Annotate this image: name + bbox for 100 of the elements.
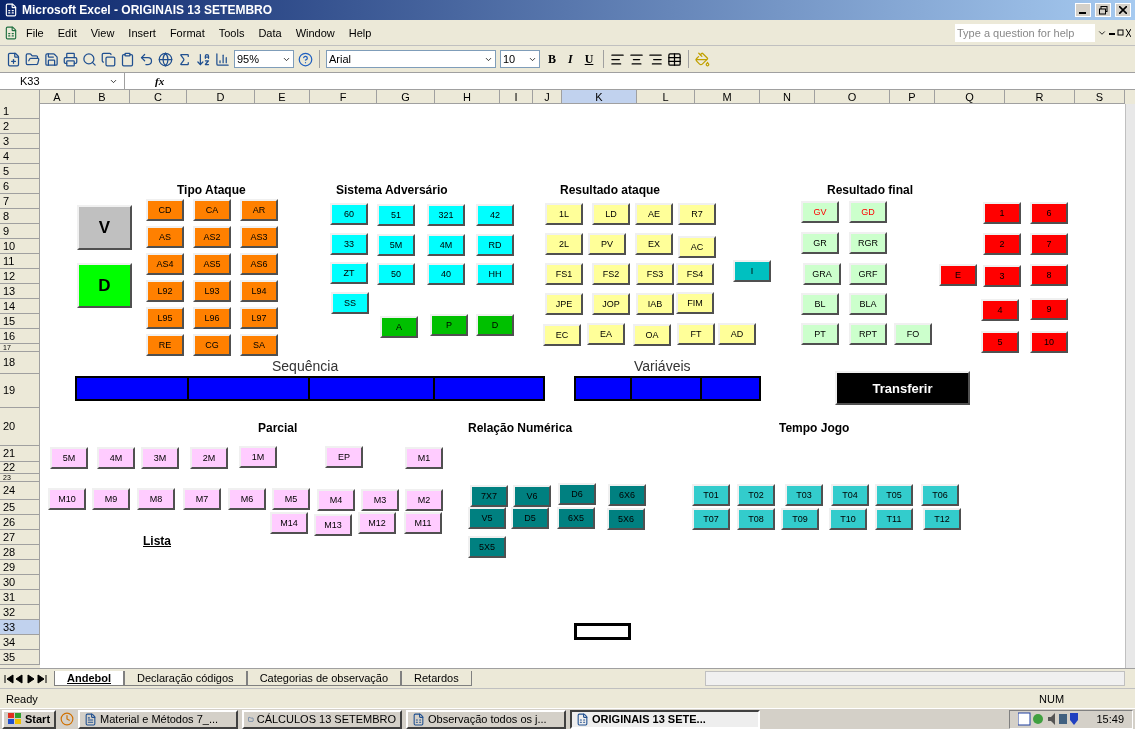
macro-button[interactable]: 2L <box>545 233 583 255</box>
workbook-window-controls-icon[interactable] <box>1109 27 1131 38</box>
macro-button[interactable]: M9 <box>92 488 130 510</box>
sigma-icon[interactable] <box>177 51 192 67</box>
macro-button[interactable]: 3 <box>983 265 1021 287</box>
macro-button[interactable]: 6 <box>1030 202 1068 224</box>
macro-button[interactable]: 4 <box>981 299 1019 321</box>
macro-button[interactable]: PT <box>801 323 839 345</box>
macro-button[interactable]: T06 <box>921 484 959 506</box>
macro-button[interactable]: 8 <box>1030 264 1068 286</box>
macro-button[interactable]: M13 <box>314 514 352 536</box>
help-icon[interactable] <box>298 51 313 67</box>
fill-color-icon[interactable] <box>695 51 711 67</box>
macro-button[interactable]: LD <box>592 203 630 225</box>
macro-button[interactable]: AE <box>635 203 673 225</box>
macro-button[interactable]: HH <box>476 263 514 285</box>
copy-icon[interactable] <box>101 51 116 67</box>
macro-button[interactable]: SA <box>240 334 278 356</box>
macro-button[interactable]: M3 <box>361 489 399 511</box>
macro-button[interactable]: L92 <box>146 280 184 302</box>
macro-button[interactable]: 1 <box>983 202 1021 224</box>
row-header[interactable]: 18 <box>0 352 40 374</box>
macro-button[interactable]: 7X7 <box>470 485 508 507</box>
row-header[interactable]: 6 <box>0 179 40 194</box>
macro-button[interactable]: CA <box>193 199 231 221</box>
align-right-icon[interactable] <box>648 51 664 67</box>
column-header[interactable]: G <box>377 90 435 104</box>
macro-button[interactable]: GR <box>801 232 839 254</box>
macro-button[interactable]: E <box>939 264 977 286</box>
save-icon[interactable] <box>44 51 59 67</box>
macro-button[interactable]: JOP <box>592 293 630 315</box>
macro-button[interactable]: GRA <box>803 263 841 285</box>
menu-item[interactable]: Window <box>289 24 341 41</box>
row-header[interactable]: 10 <box>0 239 40 254</box>
macro-button[interactable]: EA <box>587 323 625 345</box>
macro-button[interactable]: AS4 <box>146 253 184 275</box>
macro-button[interactable]: BL <box>801 293 839 315</box>
macro-button[interactable]: 51 <box>377 204 415 226</box>
macro-button[interactable]: AS <box>146 226 184 248</box>
row-header[interactable]: 14 <box>0 299 40 314</box>
restore-button[interactable] <box>1095 3 1111 17</box>
row-header[interactable]: 34 <box>0 635 40 650</box>
macro-button[interactable]: M2 <box>405 489 443 511</box>
font-size-dropdown[interactable]: 10 <box>500 50 540 68</box>
sheet-tab[interactable]: Retardos <box>401 671 472 686</box>
print-icon[interactable] <box>63 51 78 67</box>
taskbar-item[interactable]: Material e Métodos 7_... <box>78 709 239 729</box>
macro-button[interactable]: FIM <box>676 292 714 314</box>
macro-button[interactable]: T04 <box>831 484 869 506</box>
macro-button[interactable]: FS1 <box>545 263 583 285</box>
sheet-tab[interactable]: Andebol <box>54 671 124 686</box>
menu-item[interactable]: Data <box>252 24 288 41</box>
macro-button[interactable]: 3M <box>141 447 179 469</box>
macro-button[interactable]: T08 <box>737 508 775 530</box>
macro-button[interactable]: M11 <box>404 512 442 534</box>
macro-button[interactable]: 321 <box>427 204 465 226</box>
macro-button[interactable]: M4 <box>317 489 355 511</box>
macro-button[interactable]: R7 <box>678 203 716 225</box>
taskbar-item[interactable]: Observação todos os j... <box>406 709 567 729</box>
macro-button[interactable]: AD <box>718 323 756 345</box>
macro-button[interactable]: 50 <box>377 263 415 285</box>
column-header[interactable]: B <box>75 90 130 104</box>
macro-button[interactable]: D <box>476 314 514 336</box>
macro-button[interactable]: FO <box>894 323 932 345</box>
macro-button[interactable]: FS2 <box>592 263 630 285</box>
macro-button[interactable]: CD <box>146 199 184 221</box>
column-header[interactable]: L <box>637 90 695 104</box>
macro-button[interactable]: M6 <box>228 488 266 510</box>
minimize-button[interactable] <box>1075 3 1091 17</box>
macro-button[interactable]: M10 <box>48 488 86 510</box>
start-button[interactable]: Start <box>2 709 57 729</box>
column-header[interactable]: J <box>533 90 562 104</box>
row-header[interactable]: 35 <box>0 650 40 665</box>
menu-item[interactable]: Help <box>342 24 378 41</box>
horizontal-scrollbar[interactable] <box>705 671 1125 686</box>
row-header[interactable]: 33 <box>0 620 40 635</box>
vertical-scrollbar[interactable] <box>1125 104 1135 668</box>
new-file-icon[interactable] <box>6 51 21 67</box>
column-header[interactable]: R <box>1005 90 1075 104</box>
paste-icon[interactable] <box>120 51 135 67</box>
macro-button[interactable]: AR <box>240 199 278 221</box>
macro-button[interactable]: M8 <box>137 488 175 510</box>
macro-button[interactable]: EX <box>635 233 673 255</box>
column-header[interactable]: M <box>695 90 760 104</box>
macro-button[interactable]: 5X6 <box>607 508 645 530</box>
format-button[interactable]: I <box>564 51 577 67</box>
globe-icon[interactable] <box>158 51 173 67</box>
row-header[interactable]: 25 <box>0 500 40 515</box>
macro-button[interactable]: GV <box>801 201 839 223</box>
column-header[interactable]: S <box>1075 90 1125 104</box>
column-header[interactable]: H <box>435 90 500 104</box>
macro-button[interactable]: 33 <box>330 233 368 255</box>
macro-button[interactable]: CG <box>193 334 231 356</box>
row-header[interactable]: 21 <box>0 446 40 462</box>
macro-button[interactable]: L93 <box>193 280 231 302</box>
sheet-tab[interactable]: Declaração códigos <box>124 671 247 686</box>
menu-item[interactable]: Insert <box>122 24 162 41</box>
column-header[interactable]: C <box>130 90 187 104</box>
macro-button[interactable]: AS5 <box>193 253 231 275</box>
chart-icon[interactable] <box>215 51 230 67</box>
